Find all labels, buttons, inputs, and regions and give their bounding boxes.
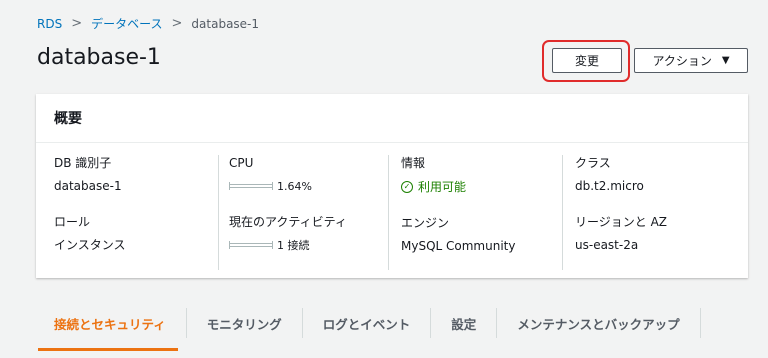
tab-monitoring[interactable]: モニタリング — [187, 307, 302, 339]
db-identifier-value: database-1 — [54, 179, 122, 193]
cpu-label: CPU — [229, 156, 254, 170]
role-value: インスタンス — [54, 238, 126, 252]
breadcrumb-databases-link[interactable]: データベース — [91, 15, 162, 32]
summary-column-identifier: DB 識別子 database-1 ロール インスタンス — [36, 155, 218, 270]
summary-header: 概要 — [36, 94, 748, 143]
activity-progress-bar — [229, 241, 273, 249]
tab-connectivity-security[interactable]: 接続とセキュリティ — [38, 307, 186, 351]
cpu-meter: 1.64% — [229, 178, 388, 194]
chevron-right-icon: > — [71, 16, 83, 31]
cpu-value: 1.64% — [277, 179, 312, 193]
activity-value: 1 接続 — [277, 239, 310, 252]
summary-column-info: 情報 ✓ 利用可能 エンジン MySQL Community — [388, 155, 562, 270]
class-label: クラス — [575, 156, 611, 170]
detail-tabs: 接続とセキュリティ モニタリング ログとイベント 設定 メンテナンスとバックアッ… — [38, 307, 701, 351]
check-circle-icon: ✓ — [401, 180, 413, 193]
class-value: db.t2.micro — [575, 179, 644, 193]
summary-column-cpu: CPU 1.64% 現在のアクティビティ 1 接続 — [218, 155, 388, 270]
actions-dropdown-button[interactable]: アクション ▼ — [634, 48, 748, 73]
role-label: ロール — [54, 215, 91, 229]
region-label: リージョンと AZ — [575, 215, 668, 229]
tab-maintenance-backup[interactable]: メンテナンスとバックアップ — [497, 307, 699, 339]
region-value: us-east-2a — [575, 238, 639, 252]
summary-title: 概要 — [54, 111, 82, 127]
summary-body: DB 識別子 database-1 ロール インスタンス CPU 1.64% 現… — [36, 143, 748, 278]
breadcrumb: RDS > データベース > database-1 — [37, 15, 259, 32]
activity-meter: 1 接続 — [229, 237, 388, 253]
engine-label: エンジン — [401, 216, 450, 230]
modify-button[interactable]: 変更 — [552, 48, 622, 73]
caret-down-icon: ▼ — [721, 55, 730, 66]
info-label: 情報 — [401, 156, 426, 170]
status-badge: ✓ 利用可能 — [401, 178, 562, 195]
breadcrumb-current: database-1 — [191, 16, 260, 31]
chevron-right-icon: > — [171, 16, 183, 31]
breadcrumb-rds-link[interactable]: RDS — [37, 17, 62, 31]
tab-divider — [699, 308, 701, 338]
actions-button-label: アクション — [652, 54, 712, 68]
db-identifier-label: DB 識別子 — [54, 156, 112, 170]
tab-configuration[interactable]: 設定 — [431, 307, 496, 339]
engine-value: MySQL Community — [401, 239, 516, 253]
page-title: database-1 — [37, 45, 161, 70]
status-text: 利用可能 — [418, 180, 467, 194]
summary-panel: 概要 DB 識別子 database-1 ロール インスタンス CPU 1.64… — [36, 94, 748, 278]
activity-label: 現在のアクティビティ — [229, 215, 347, 229]
summary-column-class: クラス db.t2.micro リージョンと AZ us-east-2a — [562, 155, 748, 270]
tab-logs-events[interactable]: ログとイベント — [303, 307, 431, 339]
cpu-progress-bar — [229, 182, 273, 190]
